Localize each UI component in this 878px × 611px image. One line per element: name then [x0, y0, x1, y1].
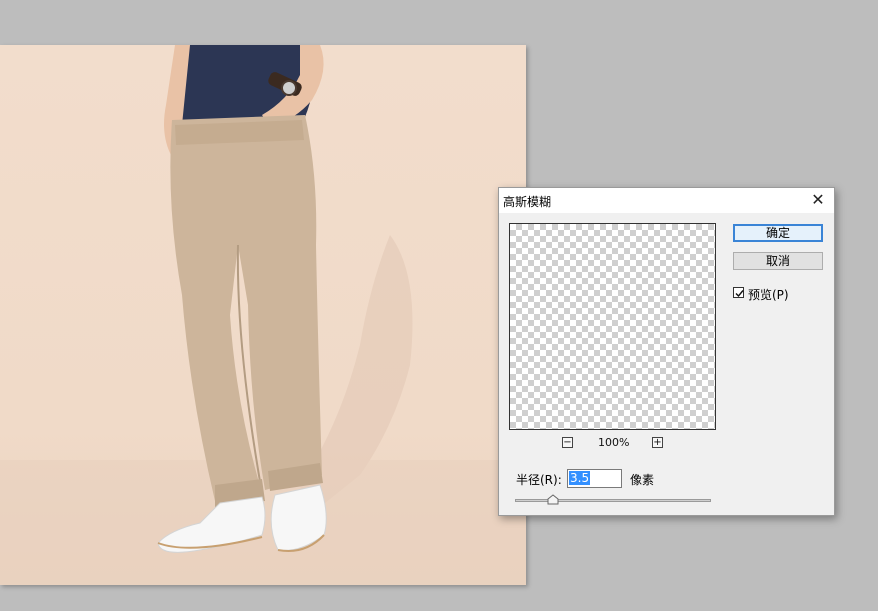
radius-label: 半径(R): — [516, 473, 562, 487]
cancel-button[interactable]: 取消 — [733, 252, 823, 270]
gaussian-blur-dialog: 高斯模糊 ✕ − 100% + 确定 取消 预览(P) 半径(R): 3.5 像… — [498, 187, 835, 516]
zoom-controls: − 100% + — [509, 436, 716, 450]
close-icon[interactable]: ✕ — [804, 189, 832, 211]
ok-button[interactable]: 确定 — [733, 224, 823, 242]
preview-checkbox[interactable] — [733, 287, 744, 298]
radius-input[interactable]: 3.5 — [567, 469, 622, 488]
dialog-title: 高斯模糊 — [503, 195, 552, 209]
radius-slider-track[interactable] — [515, 499, 711, 502]
preview-pane[interactable] — [509, 223, 716, 430]
radius-unit: 像素 — [630, 473, 655, 487]
document-canvas[interactable] — [0, 45, 526, 585]
checkmark-icon — [735, 290, 744, 298]
zoom-value: 100% — [598, 436, 630, 449]
radius-value: 3.5 — [569, 471, 591, 485]
zoom-in-icon[interactable]: + — [652, 437, 663, 448]
zoom-out-icon[interactable]: − — [562, 437, 573, 448]
preview-checkbox-label: 预览(P) — [748, 288, 789, 302]
photo-image — [0, 45, 526, 585]
slider-thumb-icon[interactable] — [547, 494, 559, 505]
dialog-titlebar[interactable]: 高斯模糊 ✕ — [499, 188, 834, 213]
